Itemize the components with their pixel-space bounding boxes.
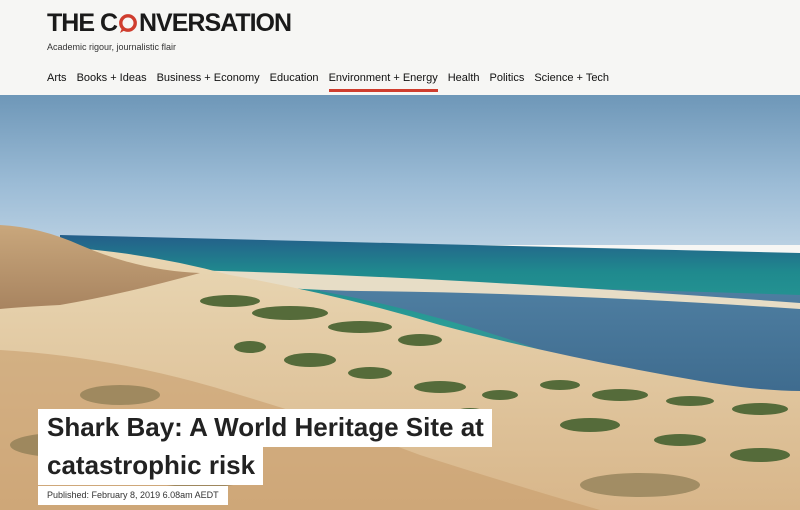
- site-header: THE C NVERSATION Academic rigour, journal…: [0, 0, 800, 95]
- nav-item-education[interactable]: Education: [270, 72, 319, 92]
- page: THE C NVERSATION Academic rigour, journal…: [0, 0, 800, 510]
- nav-item-science-tech[interactable]: Science + Tech: [534, 72, 609, 92]
- speech-bubble-icon: [118, 13, 138, 33]
- nav-item-books-ideas[interactable]: Books + Ideas: [77, 72, 147, 92]
- article-headline[interactable]: Shark Bay: A World Heritage Site at: [38, 409, 492, 447]
- logo-text-end: NVERSATION: [139, 9, 292, 37]
- published-date: Published: February 8, 2019 6.08am AEDT: [38, 486, 228, 505]
- article-headline-line2[interactable]: catastrophic risk: [38, 447, 264, 485]
- tagline: Academic rigour, journalistic flair: [47, 42, 177, 52]
- site-logo[interactable]: THE C NVERSATION: [47, 9, 292, 37]
- logo-text-start: THE C: [47, 9, 118, 37]
- main-nav: Arts Books + Ideas Business + Economy Ed…: [47, 72, 619, 92]
- article-headline-block: Shark Bay: A World Heritage Site at cata…: [38, 409, 492, 505]
- nav-item-business-economy[interactable]: Business + Economy: [157, 72, 260, 92]
- nav-item-arts[interactable]: Arts: [47, 72, 67, 92]
- nav-item-environment-energy[interactable]: Environment + Energy: [328, 72, 438, 92]
- nav-item-politics[interactable]: Politics: [490, 72, 525, 92]
- nav-item-health[interactable]: Health: [448, 72, 480, 92]
